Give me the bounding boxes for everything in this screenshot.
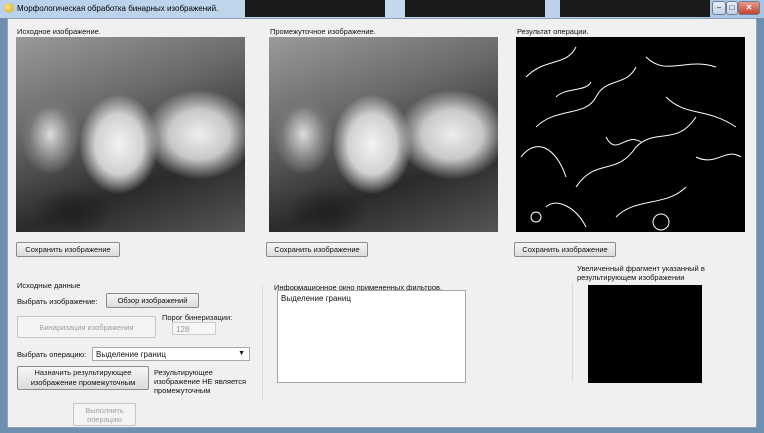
zoom-fragment-image bbox=[588, 285, 702, 383]
chevron-down-icon: ▼ bbox=[238, 350, 245, 357]
info-line: Выделение границ bbox=[281, 294, 351, 303]
intermediate-image bbox=[269, 37, 498, 232]
binarize-button[interactable]: Бинаризация изображения bbox=[17, 316, 156, 338]
intermediate-image-label: Промежуточное изображение. bbox=[270, 27, 376, 36]
execute-operation-button[interactable]: Выполнить операцию bbox=[73, 403, 136, 426]
result-image bbox=[516, 37, 745, 232]
app-icon bbox=[4, 3, 14, 13]
operation-label: Выбрать операцию: bbox=[17, 350, 87, 359]
threshold-label: Порог бинеризации: bbox=[162, 313, 233, 322]
divider bbox=[262, 285, 263, 400]
result-image-label: Результат операции. bbox=[517, 27, 589, 36]
source-image bbox=[16, 37, 245, 232]
operation-select-value: Выделение границ bbox=[96, 350, 166, 359]
info-window-textbox[interactable]: Выделение границ bbox=[277, 290, 466, 383]
maximize-button[interactable]: □ bbox=[726, 1, 738, 15]
zoom-fragment-label: Увеличенный фрагмент указанный в результ… bbox=[577, 264, 705, 282]
choose-image-label: Выбрать изображение: bbox=[17, 297, 98, 306]
window-title: Морфологическая обработка бинарных изобр… bbox=[17, 4, 219, 13]
save-intermediate-button[interactable]: Сохранить изображение bbox=[266, 242, 368, 257]
close-button[interactable]: ✕ bbox=[738, 1, 760, 15]
divider bbox=[572, 282, 573, 382]
operation-select[interactable]: Выделение границ ▼ bbox=[92, 347, 250, 361]
minimize-button[interactable]: – bbox=[712, 1, 726, 15]
browse-images-button[interactable]: Обзор изображений bbox=[106, 293, 199, 308]
threshold-input[interactable]: 128 bbox=[172, 322, 216, 335]
taskbar-overlay bbox=[405, 0, 545, 17]
save-source-button[interactable]: Сохранить изображение bbox=[16, 242, 120, 257]
edge-map bbox=[520, 46, 742, 231]
save-result-button[interactable]: Сохранить изображение bbox=[514, 242, 616, 257]
source-image-label: Исходное изображение. bbox=[17, 27, 101, 36]
taskbar-overlay bbox=[560, 0, 710, 17]
title-bar: Морфологическая обработка бинарных изобр… bbox=[0, 0, 764, 18]
intermediate-status-text: Результирующее изображение НЕ является п… bbox=[154, 368, 247, 395]
assign-intermediate-button[interactable]: Назначить результирующее изображение про… bbox=[17, 366, 149, 390]
input-group-heading: Исходные данные bbox=[17, 281, 81, 290]
taskbar-overlay bbox=[245, 0, 385, 17]
